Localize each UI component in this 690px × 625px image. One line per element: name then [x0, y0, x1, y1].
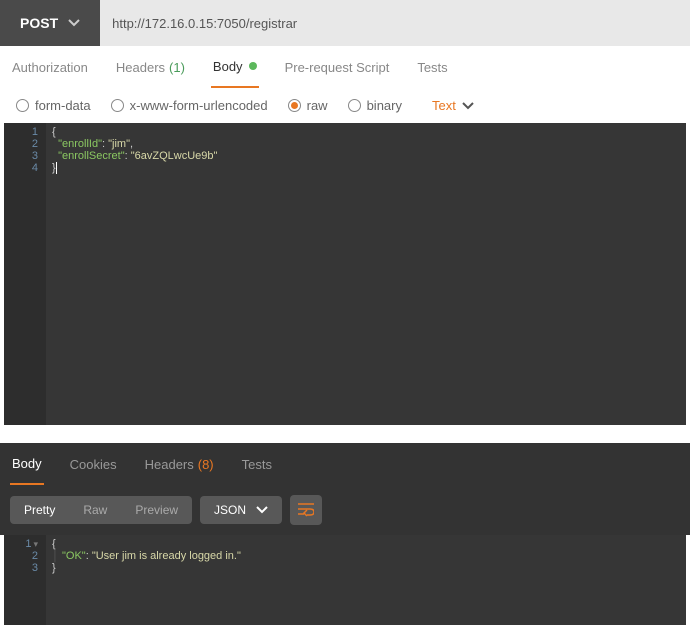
view-mode-group: Pretty Raw Preview [10, 496, 192, 524]
line-number: 2 [12, 550, 38, 562]
radio-form-data[interactable]: form-data [16, 98, 91, 113]
body-type-options: form-data x-www-form-urlencoded raw bina… [0, 88, 690, 123]
tab-headers[interactable]: Headers (1) [114, 48, 187, 87]
response-tab-body[interactable]: Body [10, 444, 44, 485]
wrap-icon [298, 503, 314, 517]
tab-headers-count: (1) [169, 60, 185, 75]
response-tab-headers[interactable]: Headers (8) [143, 445, 216, 484]
line-number: 3 [12, 562, 38, 574]
response-tab-cookies[interactable]: Cookies [68, 445, 119, 484]
tab-body[interactable]: Body [211, 47, 259, 88]
chevron-down-icon [256, 506, 268, 514]
chevron-down-icon [68, 19, 80, 27]
tab-body-label: Body [213, 59, 243, 74]
response-controls: Pretty Raw Preview JSON [0, 485, 690, 535]
code-area: {│"OK": "User jim is already logged in."… [46, 535, 686, 625]
response-tab-headers-label: Headers [145, 457, 194, 472]
line-number: 3 [12, 150, 38, 162]
wrap-lines-button[interactable] [290, 495, 322, 525]
radio-binary[interactable]: binary [348, 98, 402, 113]
radio-icon [348, 99, 361, 112]
tab-headers-label: Headers [116, 60, 165, 75]
tab-prerequest[interactable]: Pre-request Script [283, 48, 392, 87]
tab-authorization[interactable]: Authorization [10, 48, 90, 87]
line-number: 1 [12, 126, 38, 138]
line-number: 4 [12, 162, 38, 174]
http-method-label: POST [20, 15, 58, 31]
request-tabs: Authorization Headers (1) Body Pre-reque… [0, 46, 690, 88]
response-body-editor[interactable]: 1▾ 2 3 {│"OK": "User jim is already logg… [4, 535, 686, 625]
body-indicator-dot [249, 62, 257, 70]
response-tab-headers-count: (8) [198, 457, 214, 472]
line-gutter: 1▾ 2 3 [4, 535, 46, 625]
response-tabs: Body Cookies Headers (8) Tests [0, 443, 690, 485]
fold-marker-icon[interactable]: ▾ [33, 538, 38, 550]
response-format-selector[interactable]: JSON [200, 496, 282, 524]
view-raw[interactable]: Raw [69, 496, 121, 524]
line-gutter: 1 2 3 4 [4, 123, 46, 425]
body-text-format-dropdown[interactable]: Text [432, 98, 474, 113]
http-method-selector[interactable]: POST [0, 0, 100, 46]
response-tab-tests[interactable]: Tests [240, 445, 274, 484]
radio-raw[interactable]: raw [288, 98, 328, 113]
view-pretty[interactable]: Pretty [10, 496, 69, 524]
request-toolbar: POST [0, 0, 690, 46]
url-input[interactable] [100, 0, 690, 46]
request-body-editor[interactable]: 1 2 3 4 { "enrollId": "jim", "enrollSecr… [4, 123, 686, 425]
spacer [0, 425, 690, 443]
radio-urlencoded[interactable]: x-www-form-urlencoded [111, 98, 268, 113]
line-number: 1▾ [12, 538, 38, 550]
radio-icon-checked [288, 99, 301, 112]
radio-icon [16, 99, 29, 112]
text-cursor [56, 162, 57, 174]
code-area[interactable]: { "enrollId": "jim", "enrollSecret": "6a… [46, 123, 686, 425]
tab-tests[interactable]: Tests [415, 48, 449, 87]
chevron-down-icon [462, 102, 474, 110]
view-preview[interactable]: Preview [121, 496, 192, 524]
radio-icon [111, 99, 124, 112]
line-number: 2 [12, 138, 38, 150]
